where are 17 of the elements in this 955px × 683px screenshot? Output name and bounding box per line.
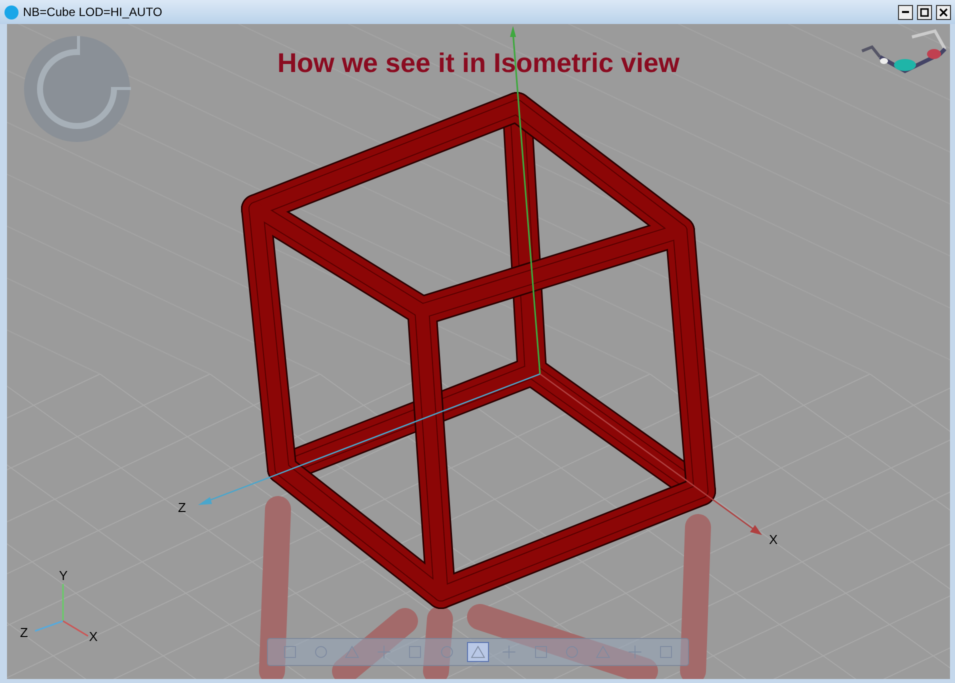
minimize-button[interactable] bbox=[898, 4, 913, 20]
axis-label: X bbox=[89, 629, 98, 644]
axis-label: Y bbox=[59, 568, 68, 583]
maximize-button[interactable] bbox=[917, 4, 932, 20]
axis-label: Z bbox=[20, 625, 28, 640]
maximize-icon bbox=[920, 8, 929, 16]
close-button[interactable] bbox=[936, 4, 951, 20]
axis-label: Z bbox=[178, 500, 186, 515]
minimize-icon bbox=[902, 11, 909, 13]
3d-glasses-icon[interactable] bbox=[861, 29, 946, 74]
axis-label: X bbox=[769, 532, 778, 547]
view-compass-icon bbox=[24, 36, 131, 142]
toolbar-button[interactable] bbox=[466, 642, 489, 662]
axis-gizmo-drawing bbox=[34, 584, 88, 637]
window-title: NB=Cube LOD=HI_AUTO bbox=[23, 5, 164, 19]
app-icon bbox=[4, 4, 19, 20]
close-icon bbox=[939, 8, 948, 16]
